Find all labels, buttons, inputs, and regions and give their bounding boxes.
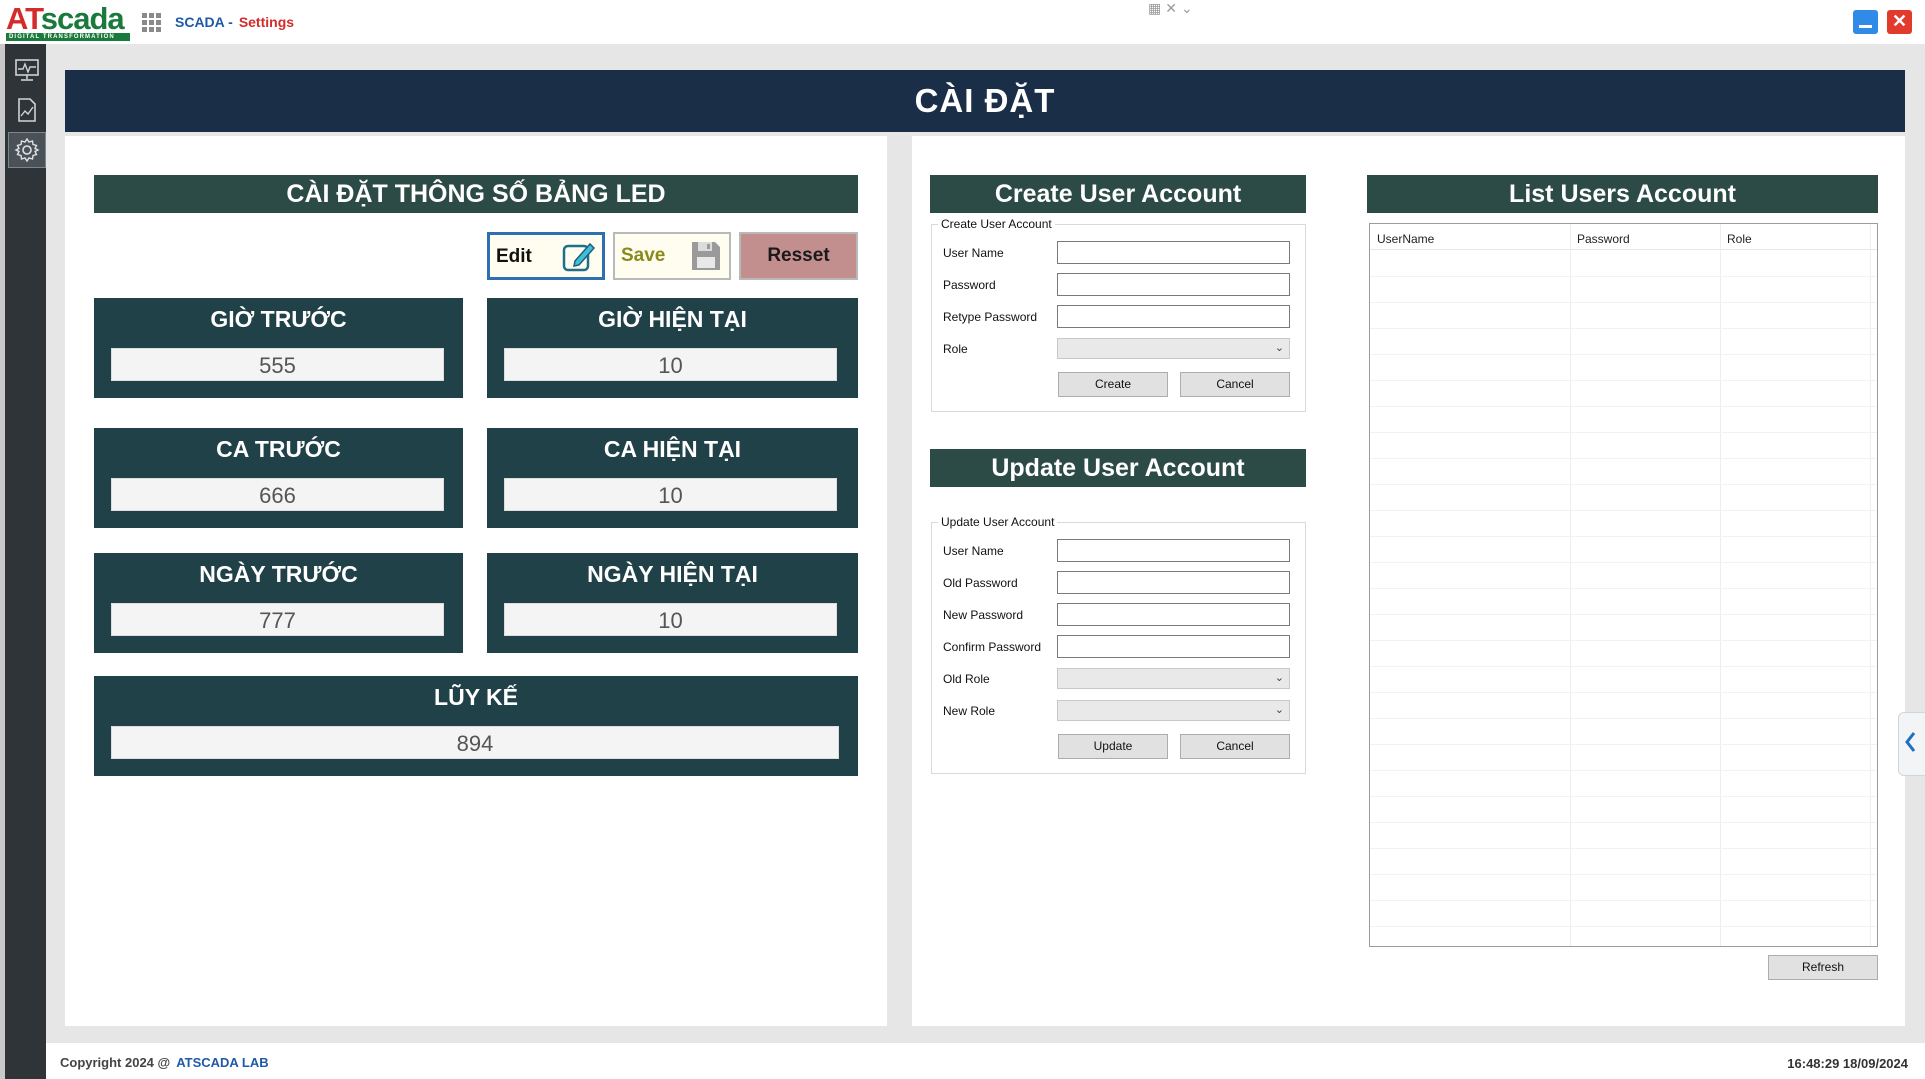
create-username-label: User Name (943, 246, 1004, 260)
update-new-password-input[interactable] (1057, 603, 1290, 626)
column-username[interactable]: UserName (1377, 232, 1434, 246)
monitor-icon[interactable] (8, 52, 46, 88)
chart-report-icon[interactable] (8, 92, 46, 128)
save-button-label: Save (621, 245, 666, 266)
chevron-left-icon (1905, 732, 1916, 752)
update-user-group-legend: Update User Account (938, 515, 1058, 529)
save-button[interactable]: Save (613, 232, 731, 280)
create-password-input[interactable] (1057, 273, 1290, 296)
card-ca-hien-tai: CA HIỆN TẠI 10 (487, 428, 858, 528)
app-title-prefix: SCADA - (175, 14, 233, 30)
chevron-down-icon: ⌄ (1274, 672, 1284, 684)
logo-tagline: DIGITAL TRANSFORMATION (6, 33, 130, 41)
create-user-header: Create User Account (930, 175, 1306, 213)
card-value-input[interactable]: 10 (504, 478, 837, 511)
create-button[interactable]: Create (1058, 372, 1168, 397)
update-confirm-password-input[interactable] (1057, 635, 1290, 658)
update-old-role-label: Old Role (943, 672, 990, 686)
create-retype-password-input[interactable] (1057, 305, 1290, 328)
minimize-icon[interactable] (1853, 10, 1878, 34)
create-role-select[interactable]: ⌄ (1057, 338, 1290, 359)
list-users-header: List Users Account (1367, 175, 1878, 213)
column-role[interactable]: Role (1727, 232, 1752, 246)
app-title-page: Settings (238, 14, 295, 30)
refresh-button[interactable]: Refresh (1768, 955, 1878, 980)
card-gio-hien-tai: GIỜ HIỆN TẠI 10 (487, 298, 858, 398)
create-retype-password-label: Retype Password (943, 310, 1038, 324)
atscada-logo: ATscada DIGITAL TRANSFORMATION (6, 1, 130, 41)
sidebar (0, 44, 46, 1079)
app-title: SCADA - Settings (175, 14, 294, 30)
column-password[interactable]: Password (1577, 232, 1630, 246)
create-cancel-button[interactable]: Cancel (1180, 372, 1290, 397)
title-bar: ATscada DIGITAL TRANSFORMATION SCADA - Se… (0, 0, 1925, 44)
update-old-password-label: Old Password (943, 576, 1018, 590)
card-ngay-hien-tai: NGÀY HIỆN TẠI 10 (487, 553, 858, 653)
led-settings-header: CÀI ĐẶT THÔNG SỐ BẢNG LED (94, 175, 858, 213)
update-old-password-input[interactable] (1057, 571, 1290, 594)
status-bar: Copyright 2024 @ ATSCADA LAB 16:48:29 18/… (46, 1043, 1925, 1079)
edit-button[interactable]: Edit (487, 232, 605, 280)
chevron-down-icon: ⌄ (1274, 704, 1284, 716)
create-username-input[interactable] (1057, 241, 1290, 264)
update-new-password-label: New Password (943, 608, 1024, 622)
gear-icon[interactable] (8, 132, 46, 168)
card-label: GIỜ TRƯỚC (210, 306, 347, 332)
floppy-disk-icon (692, 242, 720, 270)
reset-button-label: Resset (767, 245, 830, 266)
create-role-label: Role (943, 342, 968, 356)
edit-button-label: Edit (496, 246, 532, 267)
collapse-panel-tab[interactable] (1898, 712, 1925, 776)
update-new-role-label: New Role (943, 704, 996, 718)
update-user-header: Update User Account (930, 449, 1306, 487)
card-value-input[interactable]: 894 (111, 726, 839, 759)
card-gio-truoc: GIỜ TRƯỚC 555 (94, 298, 463, 398)
lab-name: ATSCADA LAB (176, 1055, 269, 1070)
card-value-input[interactable]: 777 (111, 603, 444, 636)
update-cancel-button[interactable]: Cancel (1180, 734, 1290, 759)
update-confirm-password-label: Confirm Password (943, 640, 1042, 654)
card-label: CA HIỆN TẠI (603, 436, 742, 462)
logo-at: AT (6, 1, 42, 36)
card-value-input[interactable]: 10 (504, 603, 837, 636)
card-label: NGÀY TRƯỚC (199, 561, 358, 587)
card-ca-truoc: CA TRƯỚC 666 (94, 428, 463, 528)
page-title: CÀI ĐẶT (65, 70, 1905, 132)
card-value-input[interactable]: 555 (111, 348, 444, 381)
card-label: CA TRƯỚC (216, 436, 341, 462)
update-button[interactable]: Update (1058, 734, 1168, 759)
close-icon[interactable]: ✕ (1887, 10, 1912, 34)
grid-icon[interactable] (142, 13, 161, 32)
create-password-label: Password (943, 278, 996, 292)
card-label: LŨY KẾ (434, 684, 518, 710)
copyright-text: Copyright 2024 @ ATSCADA LAB (60, 1055, 269, 1070)
update-username-label: User Name (943, 544, 1004, 558)
update-old-role-select[interactable]: ⌄ (1057, 668, 1290, 689)
card-ngay-truoc: NGÀY TRƯỚC 777 (94, 553, 463, 653)
update-new-role-select[interactable]: ⌄ (1057, 700, 1290, 721)
toolbar-mini-icons[interactable]: ▦✕⌄ (1148, 0, 1197, 17)
card-luy-ke: LŨY KẾ 894 (94, 676, 858, 776)
card-label: NGÀY HIỆN TẠI (587, 561, 758, 587)
create-user-group-legend: Create User Account (938, 217, 1055, 231)
card-value-input[interactable]: 666 (111, 478, 444, 511)
chevron-down-icon: ⌄ (1274, 342, 1284, 354)
card-value-input[interactable]: 10 (504, 348, 837, 381)
clock-display: 16:48:29 18/09/2024 (1787, 1056, 1908, 1071)
reset-button[interactable]: Resset (739, 232, 858, 280)
copyright-label: Copyright 2024 @ (60, 1055, 171, 1070)
users-table[interactable]: UserName Password Role (1369, 223, 1878, 947)
update-username-input[interactable] (1057, 539, 1290, 562)
card-label: GIỜ HIỆN TẠI (598, 306, 747, 332)
edit-pencil-icon (562, 242, 596, 272)
logo-scada: scada (40, 1, 125, 36)
